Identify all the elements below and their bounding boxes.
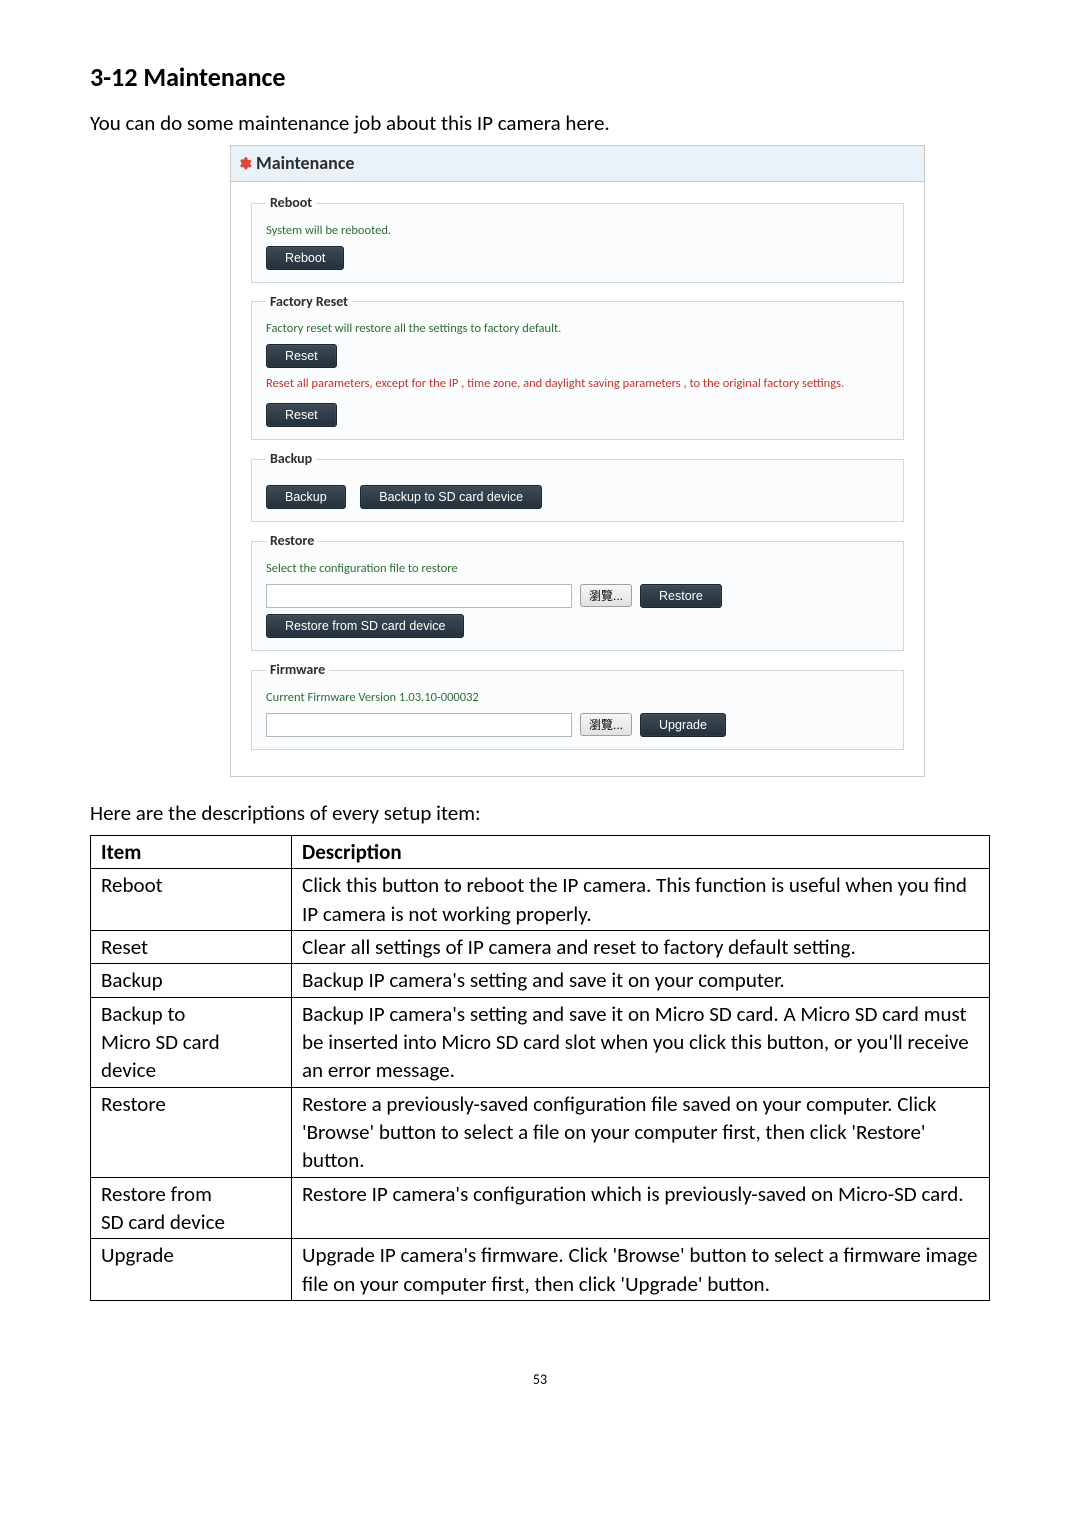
backup-legend: Backup (266, 450, 316, 469)
restore-file-row: 瀏覽... Restore (266, 584, 889, 608)
firmware-legend: Firmware (266, 661, 329, 680)
factory-reset-text1: Factory reset will restore all the setti… (266, 321, 889, 338)
td-desc: Click this button to reboot the IP camer… (292, 869, 990, 931)
firmware-group: Firmware Current Firmware Version 1.03.1… (251, 661, 904, 750)
description-table: Item Description RebootClick this button… (90, 835, 990, 1301)
restore-legend: Restore (266, 532, 318, 551)
restore-file-input[interactable] (266, 584, 572, 608)
table-row: UpgradeUpgrade IP camera's firmware. Cli… (91, 1239, 990, 1301)
intro-text: You can do some maintenance job about th… (90, 109, 990, 137)
table-row: Backup toMicro SD carddeviceBackup IP ca… (91, 997, 990, 1087)
backup-button[interactable]: Backup (266, 485, 346, 509)
reboot-group: Reboot System will be rebooted. Reboot (251, 194, 904, 283)
panel-body: Reboot System will be rebooted. Reboot F… (231, 182, 924, 776)
table-row: ResetClear all settings of IP camera and… (91, 930, 990, 963)
td-item: Restore fromSD card device (91, 1177, 292, 1239)
section-heading: 3-12 Maintenance (90, 60, 990, 95)
factory-reset-button1[interactable]: Reset (266, 344, 337, 368)
td-item: Upgrade (91, 1239, 292, 1301)
firmware-file-input[interactable] (266, 713, 572, 737)
factory-reset-text2: Reset all parameters, except for the IP … (266, 376, 889, 393)
factory-reset-button2[interactable]: Reset (266, 403, 337, 427)
maintenance-panel: Maintenance Reboot System will be reboot… (230, 145, 925, 776)
panel-titlebar: Maintenance (231, 146, 924, 181)
td-desc: Restore a previously-saved configuration… (292, 1087, 990, 1177)
restore-group: Restore Select the configuration file to… (251, 532, 904, 651)
table-row: BackupBackup IP camera's setting and sav… (91, 964, 990, 997)
factory-reset-group: Factory Reset Factory reset will restore… (251, 293, 904, 441)
gear-icon (237, 156, 252, 171)
td-desc: Backup IP camera's setting and save it o… (292, 997, 990, 1087)
td-desc: Restore IP camera's configuration which … (292, 1177, 990, 1239)
firmware-browse-button[interactable]: 瀏覽... (580, 713, 632, 736)
upgrade-button[interactable]: Upgrade (640, 713, 726, 737)
table-row: RebootClick this button to reboot the IP… (91, 869, 990, 931)
restore-text: Select the configuration file to restore (266, 561, 889, 578)
table-row: Restore fromSD card deviceRestore IP cam… (91, 1177, 990, 1239)
page-number: 53 (90, 1371, 990, 1390)
screenshot-container: Maintenance Reboot System will be reboot… (230, 145, 925, 776)
panel-title: Maintenance (256, 151, 354, 175)
reboot-button[interactable]: Reboot (266, 246, 344, 270)
reboot-legend: Reboot (266, 194, 316, 213)
td-item: Restore (91, 1087, 292, 1177)
restore-button[interactable]: Restore (640, 584, 722, 608)
td-desc: Backup IP camera's setting and save it o… (292, 964, 990, 997)
td-item: Backup toMicro SD carddevice (91, 997, 292, 1087)
table-intro: Here are the descriptions of every setup… (90, 799, 990, 827)
td-desc: Upgrade IP camera's firmware. Click 'Bro… (292, 1239, 990, 1301)
factory-reset-legend: Factory Reset (266, 293, 352, 312)
restore-browse-button[interactable]: 瀏覽... (580, 584, 632, 607)
table-row: RestoreRestore a previously-saved config… (91, 1087, 990, 1177)
reboot-text: System will be rebooted. (266, 223, 889, 240)
firmware-file-row: 瀏覽... Upgrade (266, 713, 889, 737)
td-item: Reset (91, 930, 292, 963)
th-desc: Description (292, 835, 990, 868)
firmware-text: Current Firmware Version 1.03.10-000032 (266, 690, 889, 707)
th-item: Item (91, 835, 292, 868)
td-desc: Clear all settings of IP camera and rese… (292, 930, 990, 963)
restore-sd-button[interactable]: Restore from SD card device (266, 614, 464, 638)
backup-group: Backup Backup Backup to SD card device (251, 450, 904, 522)
td-item: Reboot (91, 869, 292, 931)
backup-sd-button[interactable]: Backup to SD card device (360, 485, 542, 509)
td-item: Backup (91, 964, 292, 997)
